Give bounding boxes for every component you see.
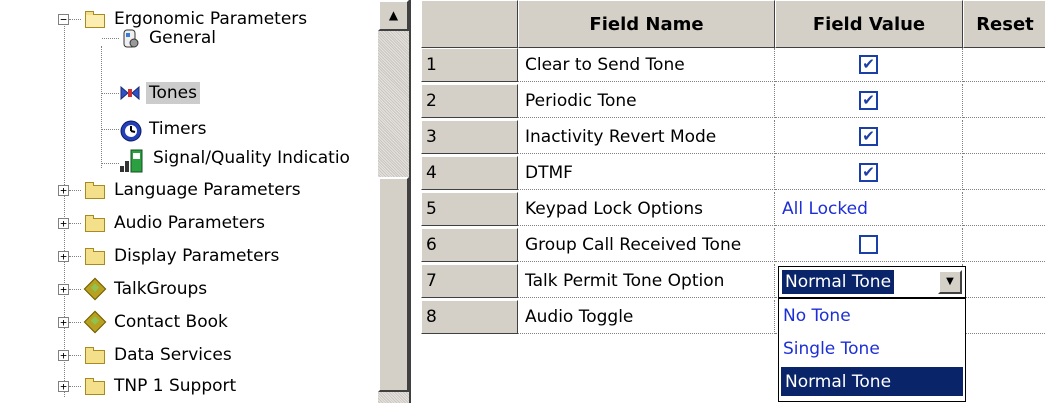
row-number[interactable]: 6 <box>421 228 518 262</box>
contact-book-icon <box>83 310 107 334</box>
checkbox-checked[interactable]: ✔ <box>859 55 878 74</box>
reset-cell[interactable] <box>963 84 1045 118</box>
field-name-cell: Talk Permit Tone Option <box>518 264 775 298</box>
row-number[interactable]: 1 <box>421 48 518 82</box>
tree-node-language-parameters[interactable]: + Language Parameters <box>58 177 304 203</box>
signal-quality-icon <box>119 148 145 173</box>
row-number[interactable]: 2 <box>421 84 518 118</box>
field-value-cell[interactable]: ✔ <box>775 156 963 190</box>
tree-node-label: TNP 1 Support <box>114 376 237 396</box>
expand-icon[interactable]: + <box>58 317 69 328</box>
tree-node-general[interactable]: General <box>102 25 219 51</box>
phone-settings-icon <box>119 28 141 48</box>
row-number[interactable]: 3 <box>421 120 518 154</box>
tree-node-signal-quality[interactable]: Signal/Quality Indicatio <box>102 145 353 173</box>
expand-icon[interactable]: + <box>58 218 69 229</box>
chevron-down-icon[interactable]: ▼ <box>938 270 962 294</box>
tree-node-label: Signal/Quality Indicatio <box>153 148 350 168</box>
dropdown-option[interactable]: Normal Tone <box>781 367 963 396</box>
reset-cell[interactable] <box>963 156 1045 190</box>
tree-node-label: Audio Parameters <box>114 213 266 233</box>
reset-cell[interactable] <box>963 228 1045 262</box>
field-value-cell[interactable]: ✔ <box>775 120 963 154</box>
field-name-cell: Clear to Send Tone <box>518 48 775 82</box>
checkbox-unchecked[interactable] <box>859 235 878 254</box>
reset-cell[interactable] <box>963 192 1045 226</box>
checkbox-checked[interactable]: ✔ <box>859 91 878 110</box>
row-number[interactable]: 4 <box>421 156 518 190</box>
talk-permit-tone-dropdown[interactable]: Normal Tone ▼ <box>778 266 966 298</box>
tree-node-audio-parameters[interactable]: + Audio Parameters <box>58 210 268 236</box>
row-number[interactable]: 8 <box>421 300 518 334</box>
field-name-cell: DTMF <box>518 156 775 190</box>
tree-node-label: Data Services <box>114 345 232 365</box>
tree-node-label: TalkGroups <box>114 279 208 299</box>
tree-node-label: Language Parameters <box>114 180 301 200</box>
checkbox-checked[interactable]: ✔ <box>859 127 878 146</box>
expand-icon[interactable]: + <box>58 284 69 295</box>
field-value-cell[interactable]: All Locked <box>775 192 963 226</box>
scroll-up-button[interactable]: ▲ <box>378 0 409 31</box>
tree-node-tones[interactable]: Tones <box>102 80 200 106</box>
reset-cell[interactable] <box>963 264 1045 298</box>
expand-icon[interactable]: + <box>58 350 69 361</box>
tree-node-label: Timers <box>149 119 207 139</box>
field-value-cell[interactable]: ✔ <box>775 84 963 118</box>
tree-node-talkgroups[interactable]: + TalkGroups <box>58 276 210 302</box>
value-text[interactable]: All Locked <box>782 199 868 219</box>
tree-node-label: General <box>149 28 216 48</box>
field-value-header[interactable]: Field Value <box>775 0 963 48</box>
tones-icon <box>119 83 141 103</box>
reset-header[interactable]: Reset <box>963 0 1045 48</box>
folder-icon <box>84 213 106 233</box>
dropdown-option[interactable]: No Tone <box>779 299 965 332</box>
reset-cell[interactable] <box>963 48 1045 82</box>
field-value-cell[interactable]: ✔ <box>775 48 963 82</box>
collapse-icon[interactable]: − <box>58 14 69 25</box>
field-name-cell: Group Call Received Tone <box>518 228 775 262</box>
dropdown-current-value: Normal Tone <box>782 270 895 294</box>
corner-header <box>421 0 518 48</box>
timer-icon <box>119 119 142 142</box>
folder-icon <box>84 246 106 266</box>
tree-node-label: Display Parameters <box>114 246 280 266</box>
field-value-cell[interactable] <box>775 228 963 262</box>
expand-icon[interactable]: + <box>58 251 69 262</box>
tree-node-timers[interactable]: Timers <box>102 116 209 142</box>
tree-scrollbar[interactable]: ▲ <box>378 0 409 403</box>
folder-icon <box>84 376 106 396</box>
reset-cell[interactable] <box>963 120 1045 154</box>
scroll-thumb[interactable] <box>378 177 409 392</box>
checkbox-checked[interactable]: ✔ <box>859 163 878 182</box>
row-number[interactable]: 7 <box>421 264 518 298</box>
folder-icon <box>84 180 106 200</box>
dropdown-option[interactable]: Single Tone <box>779 332 965 365</box>
field-name-cell: Periodic Tone <box>518 84 775 118</box>
expand-icon[interactable]: + <box>58 185 69 196</box>
tree-node-data-services[interactable]: + Data Services <box>58 342 235 368</box>
tree-node-display-parameters[interactable]: + Display Parameters <box>58 243 282 269</box>
dropdown-option-list[interactable]: No Tone Single Tone Normal Tone <box>778 298 966 402</box>
tree-node-label: Contact Book <box>114 312 228 332</box>
talkgroup-icon <box>83 277 107 301</box>
reset-cell[interactable] <box>963 300 1045 334</box>
field-name-header[interactable]: Field Name <box>518 0 775 48</box>
folder-icon <box>84 345 106 365</box>
tree-node-tnp1-support[interactable]: + TNP 1 Support <box>58 373 239 399</box>
tree-node-label: Tones <box>146 82 200 104</box>
field-name-cell: Audio Toggle <box>518 300 775 334</box>
field-name-cell: Keypad Lock Options <box>518 192 775 226</box>
tree-node-contact-book[interactable]: + Contact Book <box>58 309 231 335</box>
field-name-cell: Inactivity Revert Mode <box>518 120 775 154</box>
row-number[interactable]: 5 <box>421 192 518 226</box>
tree-view[interactable]: − Ergonomic Parameters General Tones Tim… <box>0 0 409 403</box>
expand-icon[interactable]: + <box>58 381 69 392</box>
